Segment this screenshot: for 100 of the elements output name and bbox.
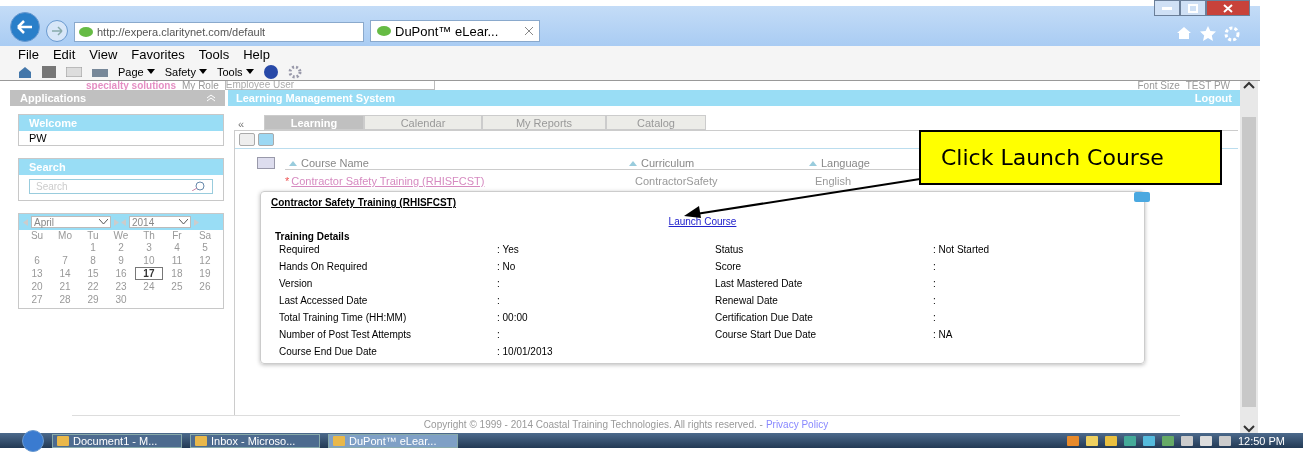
menu-item[interactable]: Favorites	[131, 47, 185, 62]
search-icon[interactable]	[191, 181, 205, 191]
detail-value: : 10/01/2013	[497, 346, 554, 357]
calendar-day[interactable]: 18	[162, 267, 191, 280]
calendar-day[interactable]: 6	[23, 254, 51, 267]
calendar-day[interactable]: 3	[135, 241, 164, 254]
tray-icon[interactable]	[1066, 435, 1079, 446]
minimize-button[interactable]	[1154, 0, 1180, 16]
calendar-day[interactable]: 12	[190, 254, 219, 267]
close-button[interactable]	[1134, 192, 1150, 202]
command-menu[interactable]: Safety	[164, 65, 207, 78]
command-menu[interactable]: Page	[118, 65, 155, 78]
taskbar-button[interactable]: Inbox - Microso...	[190, 433, 320, 448]
calendar-day[interactable]: 17	[134, 267, 163, 280]
calendar-day[interactable]: 5	[191, 241, 219, 254]
calendar-day[interactable]: 10	[134, 254, 163, 267]
collapse-button[interactable]: «	[234, 118, 264, 130]
tray-icon[interactable]	[1180, 435, 1193, 446]
calendar-day[interactable]: 26	[190, 280, 219, 293]
menu-item[interactable]: File	[18, 47, 39, 62]
tab[interactable]: Catalog	[606, 115, 706, 130]
taskbar-button[interactable]: DuPont™ eLear...	[328, 433, 458, 448]
expand-icon[interactable]	[257, 157, 275, 169]
calendar-day[interactable]: 2	[107, 241, 136, 254]
tab[interactable]: Calendar	[364, 115, 482, 130]
forward-button[interactable]	[46, 20, 68, 42]
taskbar-button[interactable]: Document1 - M...	[52, 433, 182, 448]
calendar-day[interactable]: 13	[23, 267, 51, 280]
calendar-day[interactable]: 20	[23, 280, 51, 293]
column-header[interactable]: Curriculum	[641, 157, 695, 169]
start-button[interactable]	[22, 429, 44, 452]
menu-item[interactable]: Edit	[52, 47, 76, 62]
sort-icon[interactable]	[809, 160, 817, 166]
scrollbar[interactable]	[1240, 81, 1258, 433]
calendar-day[interactable]: 28	[51, 293, 79, 306]
weekday-label: Sa	[197, 230, 213, 241]
calendar-day[interactable]: 27	[23, 293, 51, 306]
tray-icon[interactable]	[1199, 435, 1212, 446]
calendar-day[interactable]: 24	[134, 280, 163, 293]
sort-icon[interactable]	[289, 160, 297, 166]
close-window-button[interactable]	[1206, 0, 1250, 16]
calendar-day[interactable]: 14	[51, 267, 79, 280]
month-select[interactable]: April	[31, 216, 111, 228]
clock: 12:50 PM	[1237, 434, 1285, 447]
calendar-day[interactable]: 19	[190, 267, 219, 280]
tray-icon[interactable]	[1104, 435, 1117, 446]
calendar-day[interactable]: 30	[106, 293, 135, 306]
tray-icon[interactable]	[1142, 435, 1155, 446]
tray-icon[interactable]	[1218, 435, 1231, 446]
address-text: http://expera.claritynet.com/default	[97, 26, 266, 38]
calendar-day[interactable]: 7	[51, 254, 79, 267]
calendar-day[interactable]: 8	[78, 254, 107, 267]
collapse-icon[interactable]	[207, 94, 215, 102]
tray-icon[interactable]	[1161, 435, 1174, 446]
course-link[interactable]: Contractor Safety Training (RHISFCST)	[291, 175, 485, 187]
home-icon[interactable]	[18, 65, 32, 78]
launch-course-link[interactable]: Launch Course	[668, 216, 737, 227]
detail-value: : NA	[933, 329, 954, 340]
calendar-day[interactable]: 9	[106, 254, 135, 267]
browser-tab[interactable]: DuPont™ eLear...	[370, 20, 540, 42]
calendar-day[interactable]: 16	[106, 267, 135, 280]
calendar-day[interactable]: 29	[78, 293, 107, 306]
weekday-label: Su	[29, 230, 45, 241]
required-mark: *	[285, 175, 290, 187]
privacy-link[interactable]: Privacy Policy	[765, 419, 829, 430]
calendar-day[interactable]: 22	[78, 280, 107, 293]
tab[interactable]: Learning	[264, 115, 364, 130]
command-menu[interactable]: Tools	[216, 65, 254, 78]
calendar-day[interactable]: 4	[163, 241, 191, 254]
calendar-day[interactable]: 21	[51, 280, 79, 293]
scroll-up-icon[interactable]	[1243, 81, 1255, 89]
view-button[interactable]	[239, 133, 255, 146]
menu-item[interactable]: Tools	[198, 47, 230, 62]
calendar-day[interactable]: 1	[79, 241, 108, 254]
column-header[interactable]: Language	[821, 157, 870, 169]
column-header[interactable]: Course Name	[301, 157, 369, 169]
maximize-button[interactable]	[1180, 0, 1206, 16]
scroll-down-icon[interactable]	[1243, 425, 1255, 433]
year-select[interactable]: 2014	[129, 216, 191, 228]
calendar-day[interactable]: 11	[162, 254, 191, 267]
site-icon	[377, 26, 391, 36]
tray-icon[interactable]	[1085, 435, 1098, 446]
calendar-day[interactable]: 15	[78, 267, 107, 280]
address-field[interactable]: http://expera.claritynet.com/default	[74, 22, 364, 42]
weekday-label: Tu	[86, 230, 100, 241]
sort-icon[interactable]	[629, 160, 637, 166]
detail-value: :	[497, 329, 501, 340]
close-icon[interactable]	[525, 27, 533, 35]
popup-title: Contractor Safety Training (RHISFCST)	[271, 197, 457, 208]
settings-icon[interactable]	[287, 64, 302, 79]
calendar-day[interactable]: 23	[106, 280, 135, 293]
caret-icon	[146, 69, 155, 74]
menu-item[interactable]: View	[89, 47, 118, 62]
menu-item[interactable]: Help	[243, 47, 270, 62]
detail-label: Renewal Date	[715, 295, 779, 306]
calendar-day[interactable]: 25	[162, 280, 191, 293]
tab[interactable]: My Reports	[482, 115, 606, 130]
tray-icon[interactable]	[1123, 435, 1136, 446]
back-button[interactable]	[10, 12, 40, 42]
star-icon[interactable]	[1200, 26, 1216, 41]
